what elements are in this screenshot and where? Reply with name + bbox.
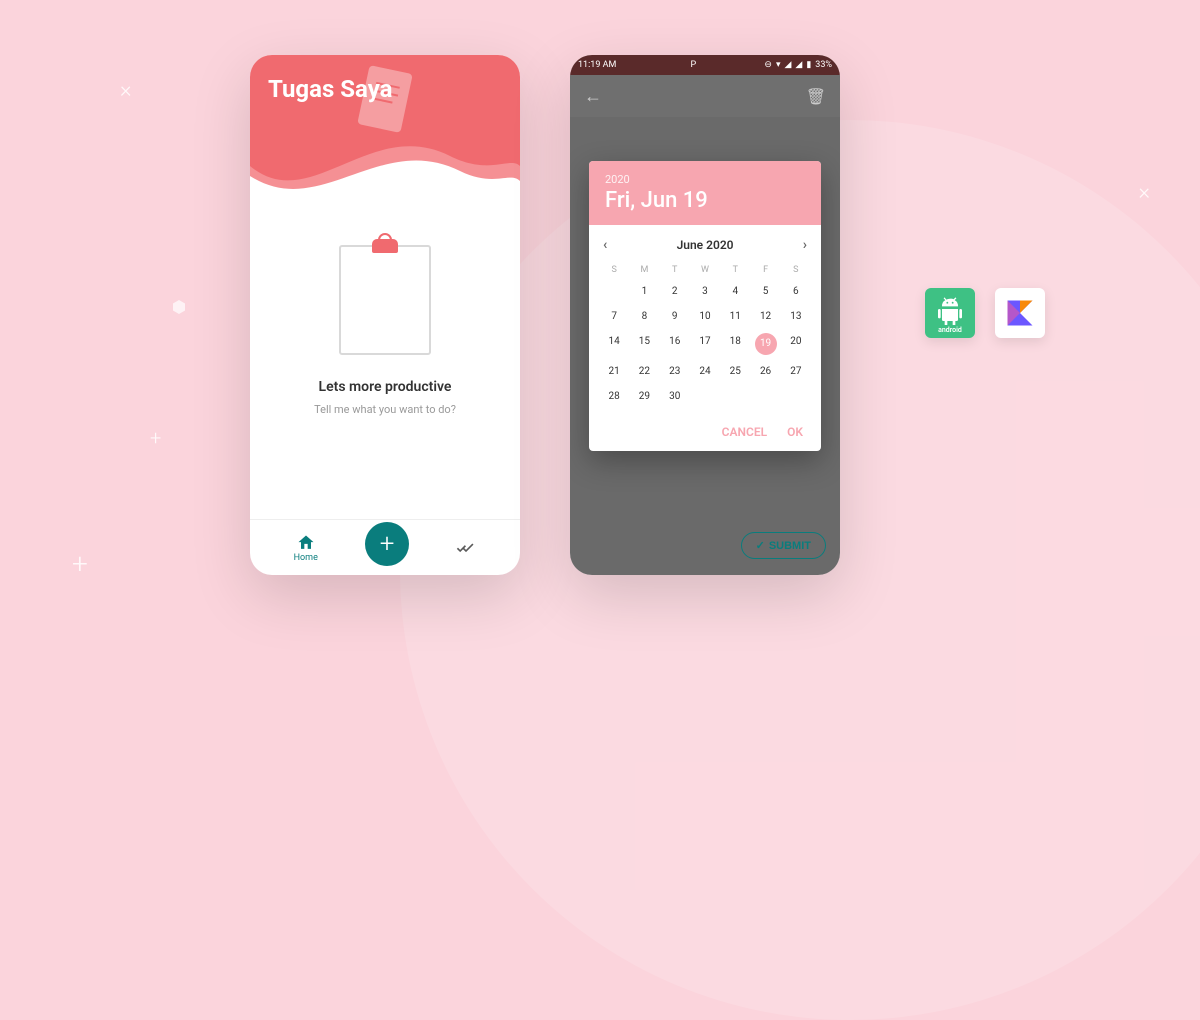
calendar-day[interactable]: 30 xyxy=(660,388,690,405)
calendar-day[interactable]: 23 xyxy=(660,363,690,380)
nav-done-button[interactable] xyxy=(456,538,476,558)
kotlin-icon xyxy=(1005,298,1035,328)
calendar-dow: S xyxy=(781,265,811,275)
picker-month-nav: ‹ June 2020 › xyxy=(589,225,821,265)
status-battery-text: 33% xyxy=(815,60,832,70)
calendar-dow: T xyxy=(720,265,750,275)
calendar-day[interactable]: 3 xyxy=(690,283,720,300)
calendar-day[interactable]: 29 xyxy=(629,388,659,405)
calendar-empty xyxy=(750,388,780,405)
calendar-dow: W xyxy=(690,265,720,275)
status-p-icon: P xyxy=(691,60,697,70)
calendar-day[interactable]: 7 xyxy=(599,308,629,325)
calendar-day[interactable]: 18 xyxy=(720,333,750,355)
modal-scrim[interactable]: ← 🗑 ✓ SUBMIT 2020 Fri, Jun 19 ‹ June 202… xyxy=(570,75,840,575)
calendar-day[interactable]: 19 xyxy=(755,333,777,355)
calendar-day[interactable]: 15 xyxy=(629,333,659,355)
calendar-empty xyxy=(781,388,811,405)
empty-heading: Lets more productive xyxy=(319,379,452,395)
kotlin-badge xyxy=(995,288,1045,338)
home-icon xyxy=(296,533,316,553)
add-task-button[interactable]: + xyxy=(365,522,409,566)
calendar-day[interactable]: 8 xyxy=(629,308,659,325)
submit-label: SUBMIT xyxy=(769,540,811,552)
calendar-day[interactable]: 16 xyxy=(660,333,690,355)
status-bar: 11:19 AM P ⊖ ▾ ◢ ◢ ▮ 33% xyxy=(570,55,840,75)
delete-button[interactable]: 🗑 xyxy=(806,87,826,106)
calendar-day[interactable]: 20 xyxy=(781,333,811,355)
android-badge: android xyxy=(925,288,975,338)
calendar-day[interactable]: 25 xyxy=(720,363,750,380)
calendar-grid: SMTWTFS 12345678910111213141516171819202… xyxy=(589,265,821,413)
empty-subtitle: Tell me what you want to do? xyxy=(314,403,456,416)
nav-home-button[interactable]: Home xyxy=(294,533,318,563)
plus-icon: + xyxy=(380,529,395,559)
android-icon xyxy=(934,297,966,329)
next-month-button[interactable]: › xyxy=(803,237,807,253)
calendar-day[interactable]: 24 xyxy=(690,363,720,380)
submit-button[interactable]: ✓ SUBMIT xyxy=(741,532,826,559)
picker-year[interactable]: 2020 xyxy=(605,173,805,186)
calendar-day[interactable]: 14 xyxy=(599,333,629,355)
deco-plus-icon: + xyxy=(150,426,161,450)
calendar-dow: M xyxy=(629,265,659,275)
calendar-day[interactable]: 28 xyxy=(599,388,629,405)
calendar-day[interactable]: 17 xyxy=(690,333,720,355)
calendar-day[interactable]: 6 xyxy=(781,283,811,300)
date-picker: 2020 Fri, Jun 19 ‹ June 2020 › SMTWTFS 1… xyxy=(589,161,821,451)
deco-x-icon: × xyxy=(1138,180,1150,205)
calendar-empty xyxy=(720,388,750,405)
check-icon: ✓ xyxy=(756,539,765,552)
status-battery-icon: ▮ xyxy=(806,60,811,70)
calendar-day[interactable]: 4 xyxy=(720,283,750,300)
calendar-day[interactable]: 2 xyxy=(660,283,690,300)
calendar-day[interactable]: 10 xyxy=(690,308,720,325)
calendar-empty xyxy=(690,388,720,405)
deco-plus-icon: + xyxy=(72,547,88,580)
done-all-icon xyxy=(456,538,476,558)
bottom-nav: Home + xyxy=(250,520,520,575)
calendar-day[interactable]: 26 xyxy=(750,363,780,380)
calendar-day[interactable]: 1 xyxy=(629,283,659,300)
calendar-dow: F xyxy=(750,265,780,275)
calendar-day[interactable]: 9 xyxy=(660,308,690,325)
empty-state: Lets more productive Tell me what you wa… xyxy=(250,205,520,416)
calendar-day[interactable]: 22 xyxy=(629,363,659,380)
picker-month-label: June 2020 xyxy=(677,238,734,252)
calendar-day[interactable]: 11 xyxy=(720,308,750,325)
calendar-dow: T xyxy=(660,265,690,275)
status-time: 11:19 AM xyxy=(578,60,616,70)
deco-x-icon: × xyxy=(120,78,132,103)
picker-header: 2020 Fri, Jun 19 xyxy=(589,161,821,225)
calendar-day[interactable]: 27 xyxy=(781,363,811,380)
phone-tasks-empty: Tugas Saya Lets more productive Tell me … xyxy=(250,55,520,575)
calendar-day[interactable]: 21 xyxy=(599,363,629,380)
calendar-day[interactable]: 5 xyxy=(750,283,780,300)
cancel-button[interactable]: CANCEL xyxy=(722,425,767,439)
status-signal-icon: ◢ xyxy=(784,60,791,70)
picker-actions: CANCEL OK xyxy=(589,413,821,451)
clipboard-icon xyxy=(339,245,431,355)
status-wifi-icon: ▾ xyxy=(776,60,781,70)
app-header: Tugas Saya xyxy=(250,55,520,205)
picker-selected-date[interactable]: Fri, Jun 19 xyxy=(605,188,805,213)
deco-hex-icon xyxy=(172,300,186,314)
calendar-dow: S xyxy=(599,265,629,275)
status-signal-icon: ◢ xyxy=(795,60,802,70)
calendar-empty xyxy=(599,283,629,300)
status-dnd-icon: ⊖ xyxy=(764,60,772,70)
ok-button[interactable]: OK xyxy=(787,425,803,439)
calendar-day[interactable]: 12 xyxy=(750,308,780,325)
header-wave xyxy=(250,126,520,206)
calendar-day[interactable]: 13 xyxy=(781,308,811,325)
prev-month-button[interactable]: ‹ xyxy=(603,237,607,253)
back-button[interactable]: ← xyxy=(584,86,602,107)
phone-date-picker: 11:19 AM P ⊖ ▾ ◢ ◢ ▮ 33% ← 🗑 ✓ SUBMIT 20… xyxy=(570,55,840,575)
android-label: android xyxy=(938,326,962,334)
app-title: Tugas Saya xyxy=(250,55,520,123)
nav-home-label: Home xyxy=(294,553,318,563)
topbar: ← 🗑 xyxy=(570,75,840,117)
